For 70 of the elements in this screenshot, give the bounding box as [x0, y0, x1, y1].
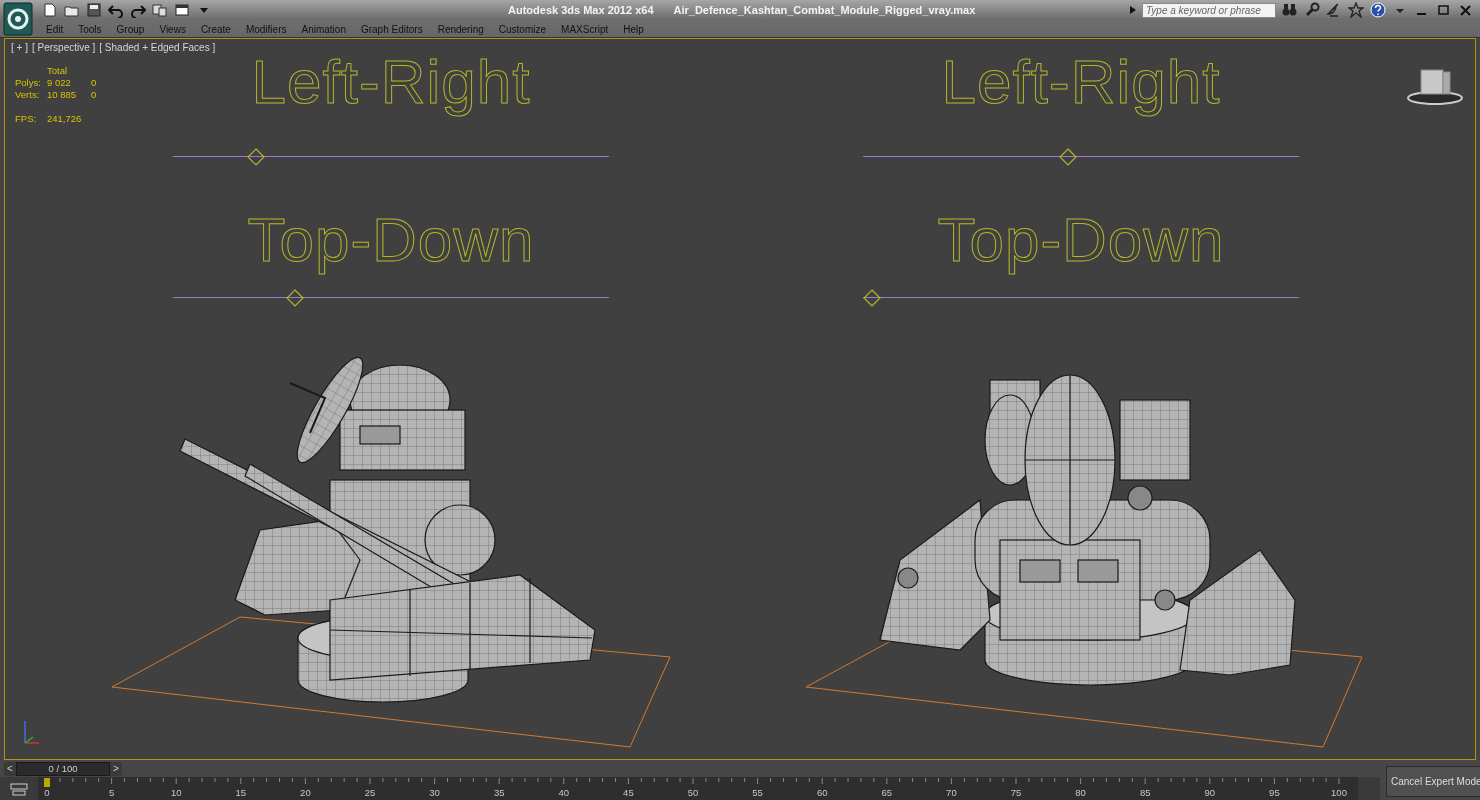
frame-number: 85	[1139, 787, 1151, 798]
current-frame-marker[interactable]	[44, 778, 50, 787]
expand-arrow-icon[interactable]	[1130, 6, 1136, 14]
frame-number: 100	[1331, 787, 1347, 798]
app-title: Autodesk 3ds Max 2012 x64	[508, 4, 654, 16]
close-icon[interactable]	[1458, 2, 1474, 18]
time-slider-thumb[interactable]: 0 / 100	[16, 761, 110, 776]
stats-header: Total	[47, 65, 69, 76]
frame-number: 50	[687, 787, 699, 798]
frame-number: 70	[946, 787, 957, 798]
viewport-label[interactable]: [ Shaded + Edged Faces ]	[99, 42, 216, 53]
frame-number: 30	[429, 787, 440, 798]
diamond-slider-handle[interactable]	[246, 148, 265, 166]
frame-number: 65	[881, 787, 893, 798]
menu-item[interactable]: Modifiers	[239, 21, 293, 37]
stat-total: 10 885	[47, 89, 78, 100]
maximize-icon[interactable]	[1436, 2, 1452, 18]
redo-icon[interactable]	[130, 2, 146, 18]
new-file-icon[interactable]	[42, 2, 58, 18]
frame-number: 80	[1075, 787, 1086, 798]
next-frame-button[interactable]: >	[110, 761, 122, 776]
menu-item[interactable]: Graph Editors	[354, 21, 429, 37]
frame-number: 5	[108, 787, 115, 798]
save-icon[interactable]	[86, 2, 102, 18]
frame-number: 15	[235, 787, 247, 798]
previous-frame-button[interactable]: <	[4, 761, 16, 776]
frame-number: 40	[558, 787, 570, 798]
diamond-slider-handle[interactable]	[862, 289, 881, 307]
viewport-label[interactable]: [ + ]	[11, 42, 28, 53]
frame-number: 45	[623, 787, 634, 798]
stat-label: Verts:	[15, 89, 41, 100]
menu-item[interactable]: Help	[617, 21, 650, 37]
menu-item[interactable]: Views	[153, 21, 192, 37]
menu-item[interactable]: Create	[194, 21, 237, 37]
window-icon[interactable]	[174, 2, 190, 18]
menu-item[interactable]: Tools	[72, 21, 108, 37]
frame-number: 95	[1269, 787, 1280, 798]
file-name: Air_Defence_Kashtan_Combat_Module_Rigged_vray.max	[673, 4, 976, 16]
menu-item[interactable]: Edit	[40, 21, 70, 37]
menu-item[interactable]: Animation	[295, 21, 352, 37]
app-logo-icon[interactable]	[3, 2, 33, 36]
menu-item[interactable]: MAXScript	[555, 21, 615, 37]
frame-number: 90	[1204, 787, 1216, 798]
frame-number: 35	[493, 787, 505, 798]
fps-value: 241,726	[47, 113, 83, 124]
stat-selected: 0	[91, 77, 98, 88]
stat-selected: 0	[91, 89, 98, 100]
frame-number: 75	[1010, 787, 1022, 798]
menu-item[interactable]: Group	[110, 21, 151, 37]
menu-item[interactable]: Customize	[492, 21, 553, 37]
frame-number: 25	[364, 787, 376, 798]
diamond-slider-handle[interactable]	[1058, 148, 1077, 166]
key-filter-icon[interactable]	[10, 781, 28, 796]
frame-number: 0	[44, 787, 50, 798]
star-icon[interactable]	[1348, 2, 1364, 18]
stat-label: Polys:	[15, 77, 42, 88]
menu-item[interactable]: Rendering	[431, 21, 490, 37]
frame-number: 60	[816, 787, 828, 798]
undo-icon[interactable]	[108, 2, 124, 18]
stat-total: 9 022	[47, 77, 72, 88]
help-icon[interactable]	[1370, 2, 1386, 18]
frame-number: 10	[170, 787, 182, 798]
fps-label: FPS:	[15, 113, 38, 124]
frame-number: 20	[300, 787, 311, 798]
viewport-label[interactable]: [ Perspective ]	[31, 42, 96, 53]
binoculars-icon[interactable]	[1282, 2, 1298, 18]
project-folder-icon[interactable]	[152, 2, 168, 18]
frame-number: 55	[752, 787, 763, 798]
diamond-slider-handle[interactable]	[286, 289, 305, 307]
search-field[interactable]: Type a keyword or phrase	[1142, 2, 1276, 18]
